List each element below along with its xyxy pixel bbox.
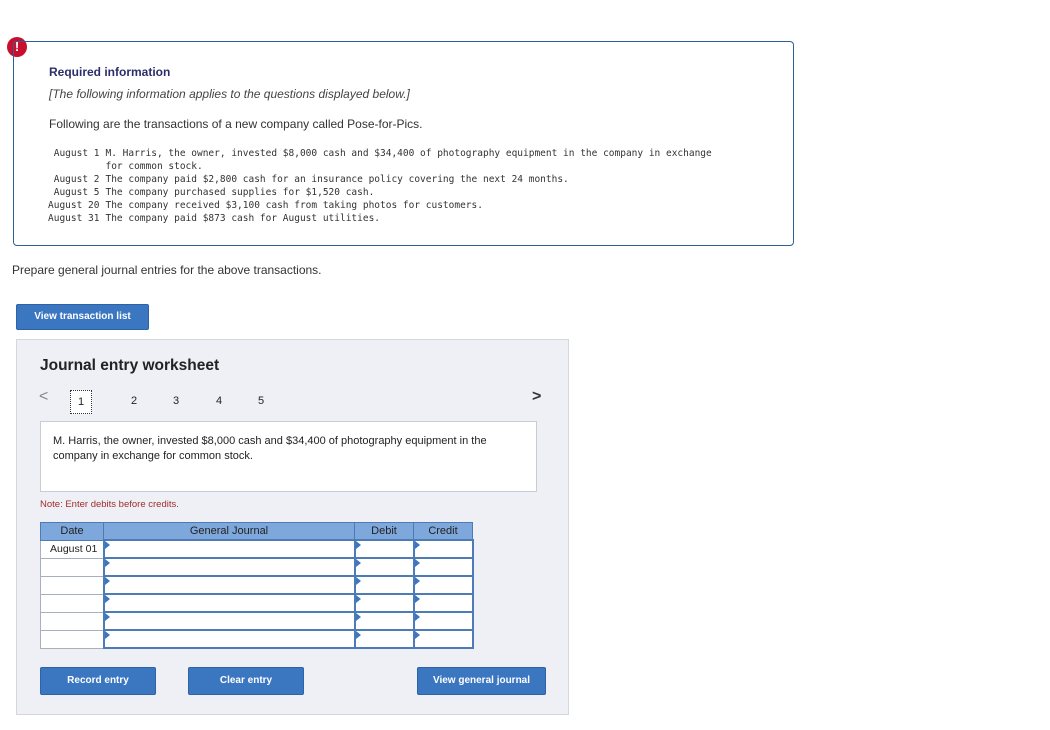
account-input[interactable] [102, 575, 356, 595]
debit-input[interactable] [353, 575, 415, 595]
transaction-line: M. Harris, the owner, invested $8,000 ca… [105, 148, 712, 159]
transaction-date: August 1 [53, 148, 100, 159]
journal-row [40, 611, 474, 631]
date-cell[interactable] [40, 593, 104, 613]
journal-row: August 01 [40, 539, 474, 559]
input-marker-icon [104, 577, 110, 585]
transaction-date: August 5 [53, 187, 100, 198]
journal-row [40, 629, 474, 649]
journal-row [40, 593, 474, 613]
transaction-row: August 31 The company paid $873 cash for… [48, 212, 745, 225]
date-cell[interactable] [40, 557, 104, 577]
journal-table: Date General Journal Debit Credit August… [40, 522, 474, 649]
debit-column-header: Debit [354, 522, 414, 541]
date-cell[interactable] [40, 611, 104, 631]
input-marker-icon [355, 631, 361, 639]
journal-entry-worksheet: Journal entry worksheet < 1 2 3 4 5 > M.… [16, 339, 569, 715]
view-transaction-list-button[interactable]: View transaction list [16, 304, 149, 330]
input-marker-icon [414, 613, 420, 621]
journal-row [40, 557, 474, 577]
input-marker-icon [104, 541, 110, 549]
transaction-description-box: M. Harris, the owner, invested $8,000 ca… [40, 421, 537, 492]
clear-entry-button[interactable]: Clear entry [188, 667, 304, 695]
info-note: [The following information applies to th… [49, 87, 410, 101]
debit-input[interactable] [353, 557, 415, 577]
page-tab-3[interactable]: 3 [165, 390, 187, 414]
transaction-row: August 1 M. Harris, the owner, invested … [48, 147, 745, 173]
transaction-date: August 31 [48, 213, 100, 224]
page-tab-1[interactable]: 1 [70, 390, 92, 414]
transaction-line: for common stock. [105, 161, 203, 172]
entry-note: Note: Enter debits before credits. [40, 499, 179, 510]
input-marker-icon [414, 631, 420, 639]
input-marker-icon [355, 541, 361, 549]
input-marker-icon [104, 631, 110, 639]
debit-input[interactable] [353, 629, 415, 649]
info-intro: Following are the transactions of a new … [49, 117, 423, 131]
account-input[interactable] [102, 593, 356, 613]
transaction-row: August 2 The company paid $2,800 cash fo… [48, 173, 745, 186]
transaction-description: The company paid $873 cash for August ut… [105, 213, 381, 224]
transaction-description: The company purchased supplies for $1,52… [105, 187, 375, 198]
page-tab-5[interactable]: 5 [250, 390, 272, 414]
transaction-description: M. Harris, the owner, invested $8,000 ca… [105, 147, 745, 173]
input-marker-icon [104, 595, 110, 603]
general-journal-column-header: General Journal [103, 522, 355, 541]
transaction-row: August 5 The company purchased supplies … [48, 186, 745, 199]
input-marker-icon [414, 541, 420, 549]
debit-input[interactable] [353, 611, 415, 631]
account-input[interactable] [102, 611, 356, 631]
transaction-description: The company received $3,100 cash from ta… [105, 200, 483, 211]
journal-header-row: Date General Journal Debit Credit [40, 522, 473, 541]
credit-input[interactable] [412, 557, 474, 577]
transactions-table: August 1 M. Harris, the owner, invested … [48, 147, 745, 225]
next-page-icon[interactable]: > [532, 388, 541, 406]
input-marker-icon [414, 559, 420, 567]
debit-input[interactable] [353, 593, 415, 613]
input-marker-icon [104, 613, 110, 621]
input-marker-icon [355, 595, 361, 603]
credit-column-header: Credit [413, 522, 473, 541]
input-marker-icon [355, 577, 361, 585]
input-marker-icon [104, 559, 110, 567]
info-title: Required information [49, 65, 171, 79]
input-marker-icon [355, 559, 361, 567]
debit-input[interactable] [353, 539, 415, 559]
credit-input[interactable] [412, 575, 474, 595]
credit-input[interactable] [412, 611, 474, 631]
record-entry-button[interactable]: Record entry [40, 667, 156, 695]
credit-input[interactable] [412, 539, 474, 559]
date-cell[interactable] [40, 575, 104, 595]
date-column-header: Date [40, 522, 104, 541]
view-general-journal-button[interactable]: View general journal [417, 667, 546, 695]
input-marker-icon [414, 577, 420, 585]
journal-row [40, 575, 474, 595]
page-tab-4[interactable]: 4 [208, 390, 230, 414]
account-input[interactable] [102, 557, 356, 577]
date-cell[interactable]: August 01 [40, 539, 104, 559]
page-tab-2[interactable]: 2 [123, 390, 145, 414]
question-prompt: Prepare general journal entries for the … [12, 263, 322, 277]
transaction-date: August 20 [48, 200, 100, 211]
transaction-description: The company paid $2,800 cash for an insu… [105, 174, 569, 185]
account-input[interactable] [102, 629, 356, 649]
credit-input[interactable] [412, 629, 474, 649]
account-input[interactable] [102, 539, 356, 559]
input-marker-icon [414, 595, 420, 603]
input-marker-icon [355, 613, 361, 621]
previous-page-icon[interactable]: < [39, 388, 48, 406]
transaction-date: August 2 [53, 174, 100, 185]
required-information-panel: Required information [The following info… [13, 41, 794, 246]
date-cell[interactable] [40, 629, 104, 649]
transaction-row: August 20 The company received $3,100 ca… [48, 199, 745, 212]
credit-input[interactable] [412, 593, 474, 613]
worksheet-title: Journal entry worksheet [40, 357, 220, 374]
